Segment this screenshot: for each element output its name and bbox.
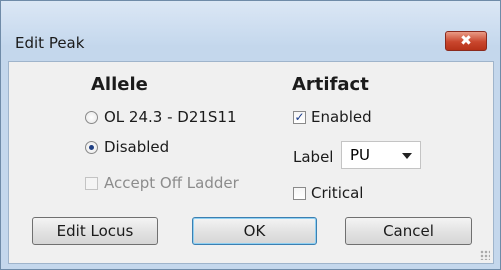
close-button[interactable]: ✖: [445, 31, 487, 51]
radio-locus[interactable]: [85, 111, 98, 124]
allele-option-locus-label: OL 24.3 - D21S11: [104, 108, 237, 126]
cancel-button[interactable]: Cancel: [345, 217, 472, 245]
edit-locus-button[interactable]: Edit Locus: [32, 217, 158, 245]
dialog-body: Allele OL 24.3 - D21S11 Disabled Accept …: [8, 61, 494, 264]
check-icon: ✓: [294, 110, 305, 124]
chevron-down-icon: [402, 153, 412, 159]
edit-peak-dialog: Edit Peak ✖ Allele OL 24.3 - D21S11 Disa…: [0, 0, 501, 270]
enabled-checkbox[interactable]: ✓: [293, 111, 306, 124]
label-select[interactable]: PU: [341, 141, 421, 169]
label-select-value: PU: [350, 146, 371, 164]
critical-label: Critical: [311, 184, 364, 202]
radio-disabled[interactable]: [85, 141, 98, 154]
critical-checkbox[interactable]: [293, 187, 306, 200]
accept-off-ladder-checkbox: [85, 177, 98, 190]
accept-off-ladder-label: Accept Off Ladder: [104, 174, 239, 192]
title-bar[interactable]: Edit Peak ✖: [1, 1, 500, 52]
close-icon: ✖: [460, 33, 472, 49]
allele-heading: Allele: [91, 74, 148, 95]
label-caption: Label: [293, 148, 334, 166]
dialog-title: Edit Peak: [15, 34, 85, 52]
artifact-heading: Artifact: [292, 74, 369, 95]
ok-button[interactable]: OK: [192, 217, 317, 245]
resize-grip-icon[interactable]: [480, 250, 490, 260]
allele-option-disabled-label: Disabled: [104, 138, 170, 156]
enabled-label: Enabled: [311, 108, 372, 126]
